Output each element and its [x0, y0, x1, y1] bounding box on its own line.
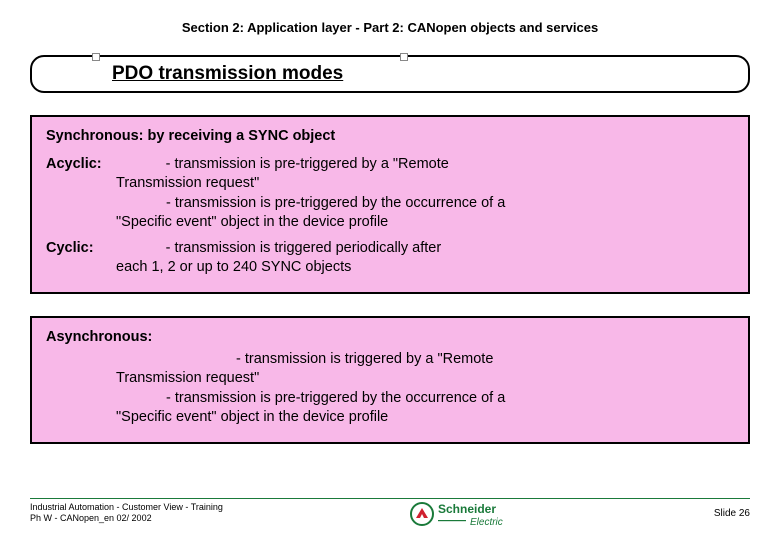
async-text-2a: - transmission is pre-triggered by the o…: [46, 389, 734, 409]
async-text-2b: "Specific event" object in the device pr…: [46, 408, 734, 428]
footer-training: Industrial Automation - Customer View - …: [30, 502, 223, 513]
sync-heading: Synchronous: by receiving a SYNC object: [46, 127, 734, 147]
footer-left-text: Industrial Automation - Customer View - …: [30, 502, 223, 524]
cyclic-text-1b: each 1, 2 or up to 240 SYNC objects: [46, 258, 734, 278]
title-bar: PDO transmission modes: [30, 55, 750, 93]
logo-brand-text: Schneider: [438, 502, 496, 516]
cyclic-block: Cyclic: - transmission is triggered peri…: [46, 239, 734, 278]
footer-docref: Ph W - CANopen_en 02/ 2002: [30, 513, 223, 524]
logo-sub-text: Electric: [470, 517, 503, 528]
async-text-1b: Transmission request": [46, 369, 734, 389]
acyclic-block: Acyclic: - transmission is pre-triggered…: [46, 155, 734, 233]
cyclic-text-1a: - transmission is triggered periodically…: [98, 240, 442, 256]
acyclic-text-1a: - transmission is pre-triggered by a "Re…: [106, 156, 449, 172]
asynchronous-box: Asynchronous: - transmission is triggere…: [30, 316, 750, 444]
footer-divider: [30, 498, 750, 499]
async-text-1a: - transmission is triggered by a "Remote: [46, 350, 734, 370]
acyclic-text-2a: - transmission is pre-triggered by the o…: [46, 194, 734, 214]
section-header: Section 2: Application layer - Part 2: C…: [0, 0, 780, 45]
slide-title: PDO transmission modes: [112, 63, 343, 84]
slide-footer: Industrial Automation - Customer View - …: [30, 498, 750, 528]
synchronous-box: Synchronous: by receiving a SYNC object …: [30, 115, 750, 294]
acyclic-text-2b: "Specific event" object in the device pr…: [46, 213, 734, 233]
acyclic-text-1b: Transmission request": [46, 174, 734, 194]
schneider-logo: Schneider Electric: [408, 500, 528, 528]
slide-number: Slide 26: [714, 502, 750, 519]
cyclic-label: Cyclic:: [46, 240, 94, 256]
acyclic-label: Acyclic:: [46, 156, 102, 172]
async-heading: Asynchronous:: [46, 328, 734, 348]
schneider-logo-icon: Schneider Electric: [408, 500, 528, 528]
